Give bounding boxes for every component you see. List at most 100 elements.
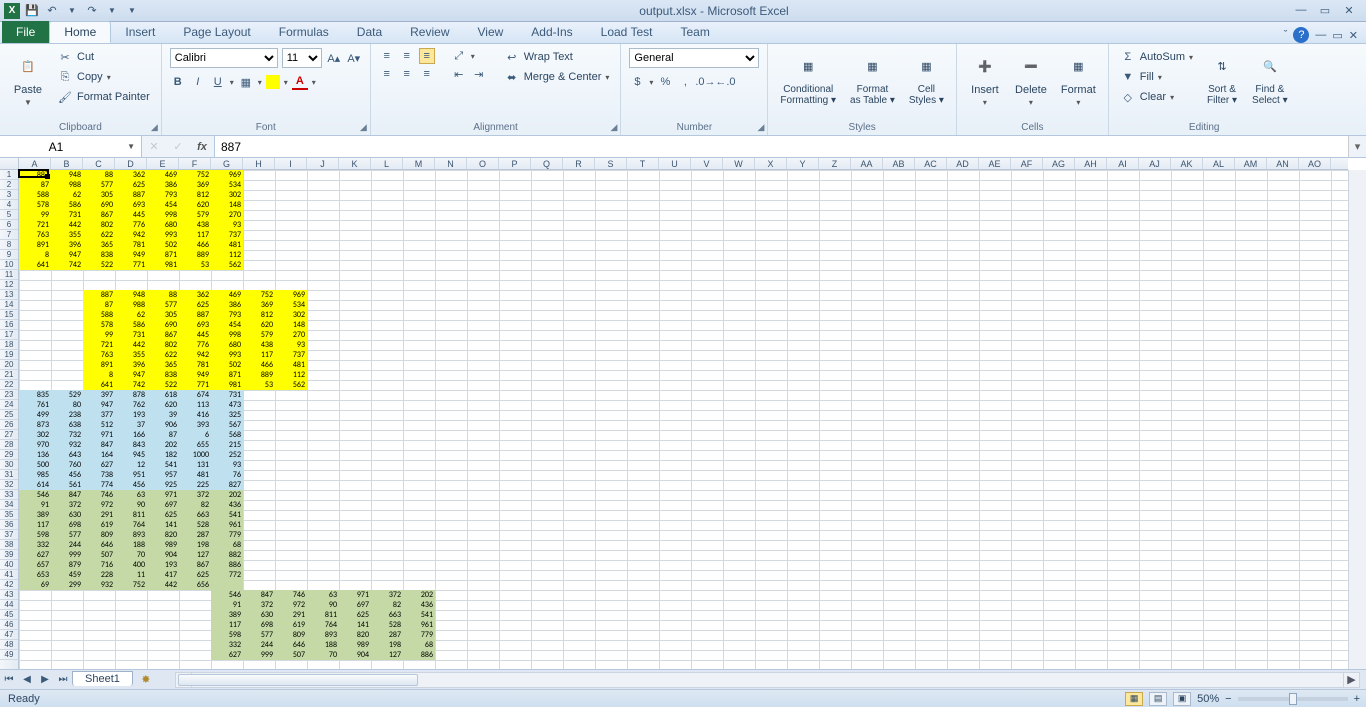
zoom-slider-thumb[interactable] [1289,693,1297,705]
sheet-tab-sheet1[interactable]: Sheet1 [72,671,133,686]
redo-dropdown-icon[interactable]: ▼ [104,3,120,19]
cell[interactable]: 127 [371,650,403,660]
tab-formulas[interactable]: Formulas [265,21,343,43]
col-header[interactable]: N [435,158,467,169]
cell[interactable]: 781 [115,240,147,250]
tab-view[interactable]: View [464,21,518,43]
cell[interactable]: 680 [211,340,243,350]
cell[interactable]: 93 [211,460,243,470]
cell[interactable]: 37 [115,420,147,430]
row-header[interactable]: 35 [0,510,18,520]
minimize-ribbon-icon[interactable]: ˇ [1284,29,1288,41]
tab-data[interactable]: Data [343,21,396,43]
cell[interactable]: 62 [51,190,83,200]
cell[interactable]: 742 [51,260,83,270]
dialog-launcher-icon[interactable]: ◢ [611,122,618,133]
font-size-select[interactable]: 11 [282,48,322,68]
cell[interactable]: 469 [147,170,179,180]
cell[interactable]: 969 [275,290,307,300]
cell[interactable]: 291 [83,510,115,520]
tab-home[interactable]: Home [49,21,111,43]
row-header[interactable]: 47 [0,630,18,640]
cell[interactable]: 988 [51,180,83,190]
prev-sheet-icon[interactable]: ◀ [18,671,36,689]
cell[interactable]: 164 [83,450,115,460]
font-name-select[interactable]: Calibri [170,48,278,68]
cell[interactable]: 305 [83,190,115,200]
row-header[interactable]: 17 [0,330,18,340]
tab-insert[interactable]: Insert [111,21,169,43]
row-header[interactable]: 2 [0,180,18,190]
cell[interactable]: 970 [19,440,51,450]
cell[interactable]: 889 [243,370,275,380]
cell[interactable]: 90 [115,500,147,510]
cell[interactable]: 148 [211,200,243,210]
cell[interactable]: 62 [115,310,147,320]
cell[interactable]: 731 [115,330,147,340]
cell[interactable]: 697 [147,500,179,510]
cell[interactable]: 981 [211,380,243,390]
cell[interactable]: 372 [51,500,83,510]
col-header[interactable]: O [467,158,499,169]
col-header[interactable]: R [563,158,595,169]
cell[interactable]: 302 [19,430,51,440]
cell[interactable]: 690 [83,200,115,210]
cell[interactable]: 620 [147,400,179,410]
cell[interactable]: 793 [211,310,243,320]
cell[interactable]: 534 [211,180,243,190]
cell[interactable]: 528 [371,620,403,630]
cell[interactable]: 827 [211,480,243,490]
cell[interactable]: 586 [51,200,83,210]
col-header[interactable]: AH [1075,158,1107,169]
cell[interactable]: 811 [307,610,339,620]
cell[interactable]: 68 [211,540,243,550]
cell[interactable]: 302 [275,310,307,320]
spreadsheet-grid[interactable]: ABCDEFGHIJKLMNOPQRSTUVWXYZAAABACADAEAFAG… [0,158,1366,669]
cell[interactable]: 141 [147,520,179,530]
normal-view-icon[interactable]: ▦ [1125,692,1143,706]
cell[interactable]: 369 [243,300,275,310]
format-painter-button[interactable]: 🖌Format Painter [54,88,153,106]
cell[interactable]: 776 [115,220,147,230]
cell[interactable]: 762 [115,400,147,410]
cell[interactable]: 925 [147,480,179,490]
cell[interactable]: 835 [19,390,51,400]
cell[interactable]: 625 [179,570,211,580]
cell[interactable]: 690 [147,320,179,330]
cell[interactable]: 947 [115,370,147,380]
row-header[interactable]: 4 [0,200,18,210]
col-header[interactable]: AI [1107,158,1139,169]
cell[interactable]: 136 [19,450,51,460]
cell[interactable]: 643 [51,450,83,460]
cell[interactable]: 619 [275,620,307,630]
cell[interactable]: 781 [179,360,211,370]
cell[interactable]: 481 [211,240,243,250]
cell[interactable]: 873 [19,420,51,430]
first-sheet-icon[interactable]: ⏮ [0,671,18,689]
cell[interactable]: 438 [179,220,211,230]
cell[interactable]: 466 [243,360,275,370]
cell[interactable]: 193 [147,560,179,570]
row-headers[interactable]: 1234567891011121314151617181920212223242… [0,170,19,669]
cell[interactable]: 396 [51,240,83,250]
tab-team[interactable]: Team [666,21,723,43]
cell[interactable]: 867 [179,560,211,570]
cell[interactable]: 620 [243,320,275,330]
col-header[interactable]: S [595,158,627,169]
cell[interactable]: 641 [83,380,115,390]
cell[interactable]: 182 [147,450,179,460]
row-header[interactable]: 40 [0,560,18,570]
cell[interactable]: 299 [51,580,83,590]
cell[interactable]: 820 [147,530,179,540]
cell[interactable]: 188 [307,640,339,650]
cell[interactable]: 871 [211,370,243,380]
row-header[interactable]: 36 [0,520,18,530]
col-header[interactable]: V [691,158,723,169]
row-header[interactable]: 45 [0,610,18,620]
file-tab[interactable]: File [2,21,49,43]
col-header[interactable]: A [19,158,51,169]
copy-button[interactable]: ⎘Copy▾ [54,68,153,86]
comma-icon[interactable]: , [677,74,693,90]
col-header[interactable]: AB [883,158,915,169]
col-header[interactable]: AC [915,158,947,169]
